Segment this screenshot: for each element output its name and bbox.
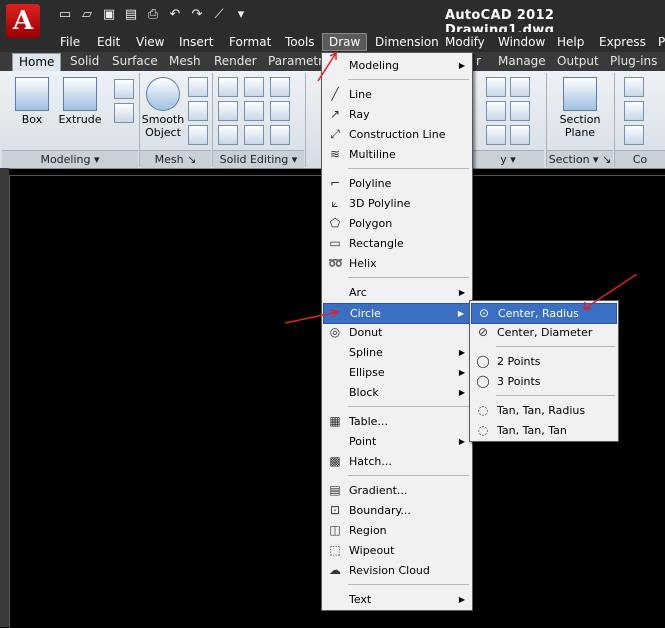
annotation-arrow-center-radius bbox=[583, 273, 638, 310]
annotation-arrow-draw bbox=[317, 52, 337, 82]
application-menu-button[interactable]: A bbox=[6, 4, 40, 38]
annotation-arrow-circle bbox=[284, 311, 339, 324]
autocad-logo-icon: A bbox=[12, 6, 34, 36]
annotation-arrows bbox=[284, 51, 638, 324]
